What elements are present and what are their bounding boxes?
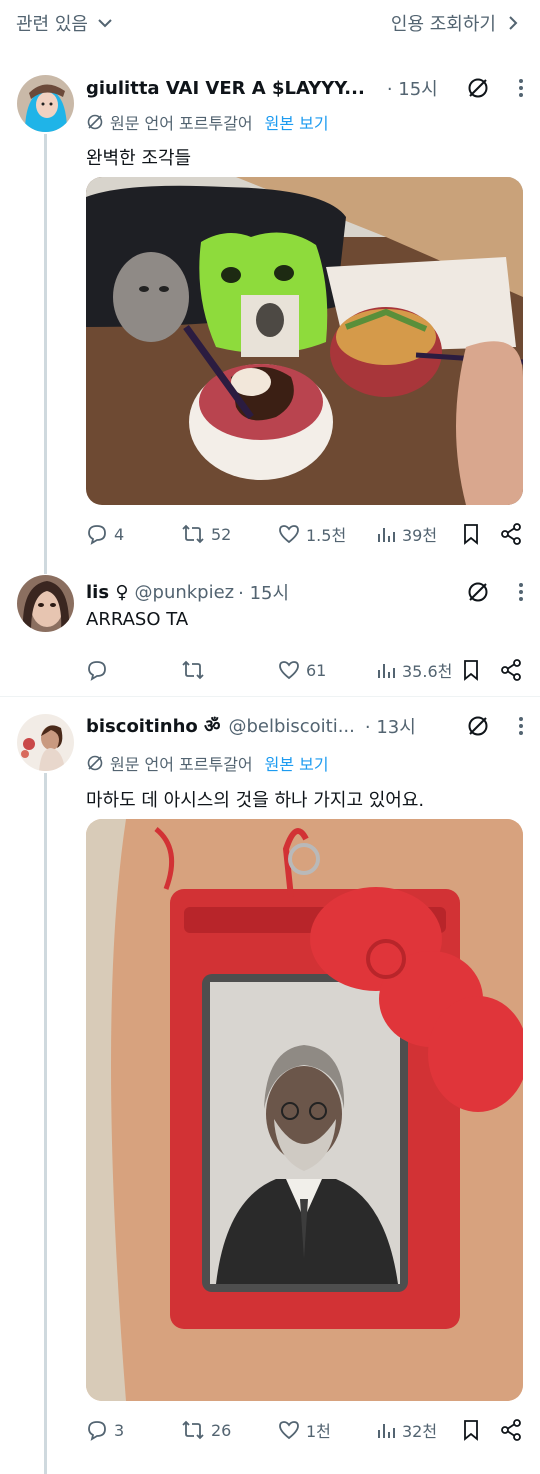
tweet-photo[interactable]	[86, 819, 523, 1401]
retweet-icon	[181, 659, 205, 681]
tweet-actions: 61 35.6천	[86, 658, 526, 682]
like-button[interactable]: 61	[278, 658, 326, 682]
display-name[interactable]: lis ♀	[86, 582, 129, 603]
views-count: 35.6천	[402, 662, 453, 681]
bookmark-button[interactable]	[462, 1418, 480, 1442]
reply-button[interactable]	[86, 658, 114, 682]
chevron-right-icon	[506, 14, 520, 32]
top-bar: 관련 있음 인용 조회하기	[0, 0, 540, 48]
retweet-count: 52	[211, 524, 232, 544]
more-options-icon[interactable]	[518, 78, 524, 98]
reply-count: 4	[114, 524, 125, 544]
avatar[interactable]	[17, 75, 74, 132]
translate-icon	[86, 113, 104, 131]
avatar[interactable]	[17, 714, 74, 771]
bookmark-icon	[462, 1419, 480, 1441]
like-count: 61	[306, 660, 327, 680]
tweet-photo[interactable]	[86, 177, 523, 505]
timestamp[interactable]: · 13시	[365, 713, 416, 739]
thread-line	[44, 134, 47, 574]
retweet-button[interactable]	[181, 658, 211, 682]
translation-note: 원문 언어 포르투갈어 원본 보기	[86, 751, 329, 775]
user-handle[interactable]: @belbiscoiti...	[228, 716, 354, 737]
grok-icon[interactable]	[466, 714, 490, 738]
tweet-actions: 3 26 1천 32천	[86, 1418, 526, 1442]
tweet-text: 완벽한 조각들	[86, 148, 192, 169]
reply-button[interactable]: 4	[86, 522, 124, 546]
bookmark-icon	[462, 523, 480, 545]
like-button[interactable]: 1천	[278, 1418, 331, 1442]
reply-icon	[86, 523, 108, 545]
views-button[interactable]: 39천	[376, 522, 437, 546]
heart-icon	[278, 524, 300, 544]
retweet-icon	[181, 523, 205, 545]
chevron-down-icon	[96, 14, 114, 32]
views-icon	[376, 660, 396, 680]
show-original-link[interactable]: 원본 보기	[265, 110, 329, 134]
avatar[interactable]	[17, 575, 74, 632]
like-button[interactable]: 1.5천	[278, 522, 346, 546]
reply-icon	[86, 659, 108, 681]
translate-note-text: 원문 언어 포르투갈어	[110, 755, 253, 774]
views-icon	[376, 524, 396, 544]
views-count: 39천	[402, 526, 438, 545]
share-button[interactable]	[500, 522, 522, 546]
reply-button[interactable]: 3	[86, 1418, 124, 1442]
view-quotes-link[interactable]: 인용 조회하기	[391, 10, 520, 36]
grok-icon[interactable]	[466, 76, 490, 100]
share-button[interactable]	[500, 1418, 522, 1442]
view-quotes-label: 인용 조회하기	[390, 14, 496, 35]
grok-icon[interactable]	[466, 580, 490, 604]
tweet-header: biscoitinho ॐ @belbiscoiti... · 13시	[86, 712, 524, 740]
sort-label: 관련 있음	[16, 14, 88, 35]
reply-count: 3	[114, 1420, 125, 1440]
reply-icon	[86, 1419, 108, 1441]
views-icon	[376, 1420, 396, 1440]
like-count: 1.5천	[306, 526, 347, 545]
retweet-button[interactable]: 52	[181, 522, 231, 546]
tweet[interactable]: biscoitinho ॐ @belbiscoiti... · 13시 원문 언…	[0, 697, 540, 1474]
heart-icon	[278, 660, 300, 680]
share-icon	[500, 659, 522, 681]
tweet-header: giulitta VAI VER A $LAYYY... · 15시	[86, 74, 524, 102]
retweet-icon	[181, 1419, 205, 1441]
like-count: 1천	[306, 1422, 331, 1441]
tweet[interactable]: giulitta VAI VER A $LAYYY... · 15시 원문 언어…	[0, 60, 540, 574]
translation-note: 원문 언어 포르투갈어 원본 보기	[86, 110, 329, 134]
bookmark-button[interactable]	[462, 522, 480, 546]
bookmark-button[interactable]	[462, 658, 480, 682]
views-count: 32천	[402, 1422, 438, 1441]
tweet-text: 마하도 데 아시스의 것을 하나 가지고 있어요.	[86, 790, 425, 811]
display-name[interactable]: giulitta VAI VER A $LAYYY...	[86, 78, 365, 99]
share-icon	[500, 523, 522, 545]
share-button[interactable]	[500, 658, 522, 682]
bookmark-icon	[462, 659, 480, 681]
share-icon	[500, 1419, 522, 1441]
thread-line	[44, 773, 47, 1474]
tweet-actions: 4 52 1.5천 39천	[86, 522, 526, 546]
views-button[interactable]: 32천	[376, 1418, 437, 1442]
timestamp[interactable]: · 15시	[238, 579, 289, 605]
show-original-link[interactable]: 원본 보기	[265, 751, 329, 775]
sort-relevance-dropdown[interactable]: 관련 있음	[16, 10, 114, 36]
views-button[interactable]: 35.6천	[376, 658, 452, 682]
heart-icon	[278, 1420, 300, 1440]
display-name[interactable]: biscoitinho ॐ	[86, 714, 220, 738]
more-options-icon[interactable]	[518, 716, 524, 736]
retweet-button[interactable]: 26	[181, 1418, 231, 1442]
retweet-count: 26	[211, 1420, 232, 1440]
translate-icon	[86, 754, 104, 772]
translate-note-text: 원문 언어 포르투갈어	[110, 114, 253, 133]
user-handle[interactable]: @punkpiez	[135, 582, 235, 603]
tweet[interactable]: lis ♀ @punkpiez · 15시 ARRASO TA 61 35.6천	[0, 565, 540, 695]
timestamp[interactable]: · 15시	[387, 75, 438, 101]
tweet-header: lis ♀ @punkpiez · 15시	[86, 578, 524, 606]
tweet-text: ARRASO TA	[86, 609, 189, 630]
more-options-icon[interactable]	[518, 582, 524, 602]
